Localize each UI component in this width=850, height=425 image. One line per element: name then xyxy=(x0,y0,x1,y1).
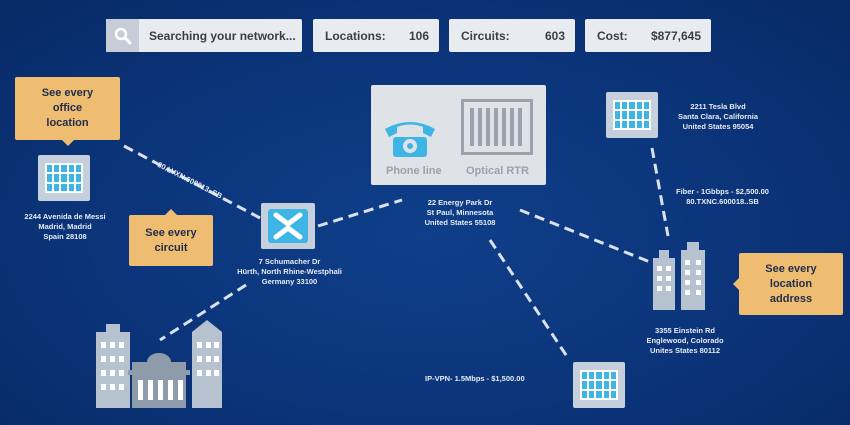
link-stpaul-south xyxy=(488,239,570,359)
callout-office-location: See every office location xyxy=(15,77,120,146)
window-grid xyxy=(613,100,651,130)
optical-router-icon xyxy=(461,99,533,155)
circuits-value: 603 xyxy=(544,28,565,43)
city-skyline-icon[interactable] xyxy=(92,318,232,408)
callout-circuit-text: See every circuit xyxy=(145,226,197,254)
building-icon-bottom[interactable] xyxy=(573,362,625,408)
link-stpaul-englewood xyxy=(519,208,651,264)
locations-value: 106 xyxy=(408,28,429,43)
circuit-ipvpn-info: IP-VPN- 1.5Mbps - $1,500.00 xyxy=(425,374,525,383)
optical-rtr-label: Optical RTR xyxy=(466,165,529,177)
callout-address-text: See every location address xyxy=(765,262,817,305)
callout-circuit: See every circuit xyxy=(129,209,213,266)
circuit-fiber-info: Fiber - 1Gbbps - $2,500.00 80.TXNC.600018… xyxy=(676,187,769,206)
search-status-text: Searching your network... xyxy=(149,28,296,43)
address-madrid: 2244 Avenida de Messi Madrid, Madrid Spain… xyxy=(24,212,106,241)
phone-icon xyxy=(385,122,435,157)
cost-stat: Cost: $877,645 xyxy=(585,19,711,52)
address-englewood: 3355 Einstein Rd Englewood, Colorado Unite… xyxy=(646,326,724,355)
callout-location-address: See every location address xyxy=(733,253,843,315)
locations-label: Locations: xyxy=(325,28,386,43)
phone-line-label: Phone line xyxy=(386,165,442,177)
address-stpaul: 22 Energy Park Dr St Paul, Minnesota Unite… xyxy=(424,198,496,227)
search-icon[interactable] xyxy=(106,19,139,52)
window-grid xyxy=(580,370,618,400)
building-icon-madrid[interactable] xyxy=(38,155,90,201)
address-hurth: 7 Schumacher Dr Hürth, North Rhine-Westph… xyxy=(237,257,342,286)
callout-office-text: See every office location xyxy=(41,87,94,129)
equipment-panel: Phone line Optical RTR xyxy=(371,85,546,185)
building-icon-santaclara[interactable] xyxy=(606,92,658,138)
locations-stat: Locations: 106 xyxy=(313,19,439,52)
search-box[interactable]: Searching your network... xyxy=(106,19,302,52)
window-grid xyxy=(45,163,83,193)
cost-label: Cost: xyxy=(597,28,628,43)
address-santaclara: 2211 Tesla Blvd Santa Clara, California Un… xyxy=(677,102,759,131)
circuits-stat: Circuits: 603 xyxy=(449,19,575,52)
circuits-label: Circuits: xyxy=(461,28,510,43)
office-towers-icon[interactable] xyxy=(645,240,715,312)
network-switch-icon[interactable] xyxy=(261,203,315,249)
cost-value: $877,645 xyxy=(650,28,701,43)
link-hurth-stpaul xyxy=(317,198,403,228)
